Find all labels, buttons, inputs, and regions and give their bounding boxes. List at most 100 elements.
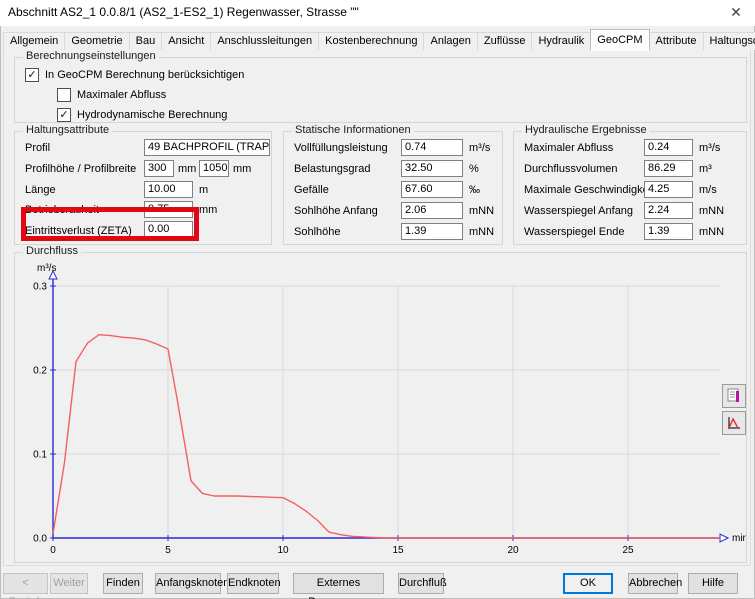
maximaler-abfluss-label: Maximaler Abfluss [524,142,613,154]
wasserspiegel-anfang-field[interactable]: 2.24 [644,202,693,219]
gefaelle-field[interactable]: 67.60 [401,181,463,198]
maximale-geschwindigkeit-field[interactable]: 4.25 [644,181,693,198]
checkbox-hydrodynamische-berechnung-label: Hydrodynamische Berechnung [77,109,227,121]
durchfluss-button[interactable]: Durchfluß [398,573,444,594]
checkbox-hydrodynamische-berechnung-box[interactable]: ✓ [57,108,71,122]
tab-geocpm[interactable]: GeoCPM [590,29,649,51]
group-berechnungseinstellungen-legend: Berechnungseinstellungen [23,50,159,62]
tab-geometrie[interactable]: Geometrie [64,32,129,50]
group-hydraulische-ergebnisse: Hydraulische Ergebnisse Maximaler Abflus… [513,131,747,245]
wasserspiegel-ende-label: Wasserspiegel Ende [524,226,624,238]
svg-text:10: 10 [277,545,289,556]
wasserspiegel-anfang-label: Wasserspiegel Anfang [524,205,633,217]
endknoten-button[interactable]: Endknoten [227,573,279,594]
betriebsrauheit-field[interactable]: 0.75 [144,201,193,218]
svg-text:5: 5 [165,545,171,556]
report-button[interactable] [722,384,746,408]
durchfluss-chart: 05101520250.00.10.20.3m³/smin [15,253,746,562]
durchflussvolumen-field[interactable]: 86.29 [644,160,693,177]
profilbreite-field[interactable]: 1050 [199,160,229,177]
laenge-label: Länge [25,184,56,196]
betriebsrauheit-unit: mm [199,204,217,216]
betriebsrauheit-label: Betriebsrauheit [25,204,99,216]
laenge-unit: m [199,184,208,196]
tab-zufluesse[interactable]: Zuflüsse [477,32,533,50]
gefaelle-unit: ‰ [469,184,480,196]
svg-text:min: min [732,533,746,544]
tab-ansicht[interactable]: Ansicht [161,32,211,50]
svg-text:20: 20 [507,545,519,556]
anfangsknoten-button[interactable]: Anfangsknoten [155,573,221,594]
ok-button[interactable]: OK [563,573,613,594]
externes-programm-button[interactable]: Externes Programm... [293,573,384,594]
tab-kostenberechnung[interactable]: Kostenberechnung [318,32,424,50]
dialog-window: Abschnitt AS2_1 0.0.8/1 (AS2_1-ES2_1) Re… [0,0,755,599]
group-berechnungseinstellungen: Berechnungseinstellungen ✓In GeoCPM Bere… [14,57,747,123]
wasserspiegel-ende-unit: mNN [699,226,724,238]
durchflussvolumen-unit: m³ [699,163,712,175]
window-title: Abschnitt AS2_1 0.0.8/1 (AS2_1-ES2_1) Re… [8,5,359,19]
document-icon [726,388,742,404]
tab-anschlussleitungen[interactable]: Anschlussleitungen [210,32,319,50]
finden-button[interactable]: Finden [103,573,143,594]
zurueck-button: < Zurück [3,573,48,594]
group-haltungsattribute-legend: Haltungsattribute [23,124,112,136]
tab-anlagen[interactable]: Anlagen [423,32,477,50]
durchflussvolumen-label: Durchflussvolumen [524,163,618,175]
svg-text:0.3: 0.3 [33,282,47,293]
tab-haltungsdaten[interactable]: Haltungsdaten [703,32,755,50]
profil-label: Profil [25,142,50,154]
weiter-button: Weiter > [50,573,88,594]
checkbox-maximaler-abfluss-label: Maximaler Abfluss [77,89,166,101]
tab-attribute[interactable]: Attribute [649,32,704,50]
abbrechen-button[interactable]: Abbrechen [628,573,678,594]
profilhoehe-unit: mm [178,163,196,175]
group-durchfluss: Durchfluss 05101520250.00.10.20.3m³/smin [14,252,747,563]
checkbox-maximaler-abfluss[interactable]: Maximaler Abfluss [57,88,166,102]
eintrittsverlust-field[interactable]: 0.00 [144,221,193,238]
sohlhoehe-anfang-unit: mNN [469,205,494,217]
gefaelle-label: Gefälle [294,184,329,196]
graph-button[interactable] [722,411,746,435]
hilfe-button[interactable]: Hilfe [688,573,738,594]
profil-field[interactable]: 49 BACHPROFIL (TRAP [144,139,270,156]
close-icon[interactable]: ✕ [725,2,747,22]
maximale-geschwindigkeit-label: Maximale Geschwindigkeit [524,184,654,196]
wasserspiegel-ende-field[interactable]: 1.39 [644,223,693,240]
tab-hydraulik[interactable]: Hydraulik [531,32,591,50]
belastungsgrad-field[interactable]: 32.50 [401,160,463,177]
maximaler-abfluss-unit: m³/s [699,142,720,154]
profilmasse-label: Profilhöhe / Profilbreite [25,163,136,175]
tab-allgemein[interactable]: Allgemein [3,32,65,50]
sohlhoehe-field[interactable]: 1.39 [401,223,463,240]
svg-text:0.0: 0.0 [33,534,47,545]
checkbox-hydrodynamische-berechnung[interactable]: ✓ Hydrodynamische Berechnung [57,108,227,122]
eintrittsverlust-label: Eintrittsverlust (ZETA) [25,225,132,237]
group-statische-informationen: Statische Informationen Vollfüllungsleis… [283,131,503,245]
hydrograph-icon [726,415,742,431]
svg-text:15: 15 [392,545,404,556]
sohlhoehe-anfang-label: Sohlhöhe Anfang [294,205,378,217]
vollfuellungsleistung-unit: m³/s [469,142,490,154]
sohlhoehe-unit: mNN [469,226,494,238]
svg-text:0.2: 0.2 [33,366,47,377]
belastungsgrad-unit: % [469,163,479,175]
laenge-field[interactable]: 10.00 [144,181,193,198]
title-bar: Abschnitt AS2_1 0.0.8/1 (AS2_1-ES2_1) Re… [0,0,755,26]
svg-text:0: 0 [50,545,56,556]
tab-bar: AllgemeinGeometrieBauAnsichtAnschlusslei… [3,28,755,50]
vollfuellungsleistung-field[interactable]: 0.74 [401,139,463,156]
tab-bau[interactable]: Bau [129,32,163,50]
checkbox-in-geocpm-berechnung[interactable]: ✓In GeoCPM Berechnung berücksichtigen [25,68,244,82]
checkbox-in-geocpm-berechnung-box[interactable]: ✓ [25,68,39,82]
belastungsgrad-label: Belastungsgrad [294,163,370,175]
group-statische-informationen-legend: Statische Informationen [292,124,414,136]
profilhoehe-field[interactable]: 300 [144,160,174,177]
checkbox-maximaler-abfluss-box[interactable] [57,88,71,102]
svg-text:0.1: 0.1 [33,450,47,461]
vollfuellungsleistung-label: Vollfüllungsleistung [294,142,388,154]
group-hydraulische-ergebnisse-legend: Hydraulische Ergebnisse [522,124,650,136]
sohlhoehe-anfang-field[interactable]: 2.06 [401,202,463,219]
maximaler-abfluss-field[interactable]: 0.24 [644,139,693,156]
maximale-geschwindigkeit-unit: m/s [699,184,717,196]
